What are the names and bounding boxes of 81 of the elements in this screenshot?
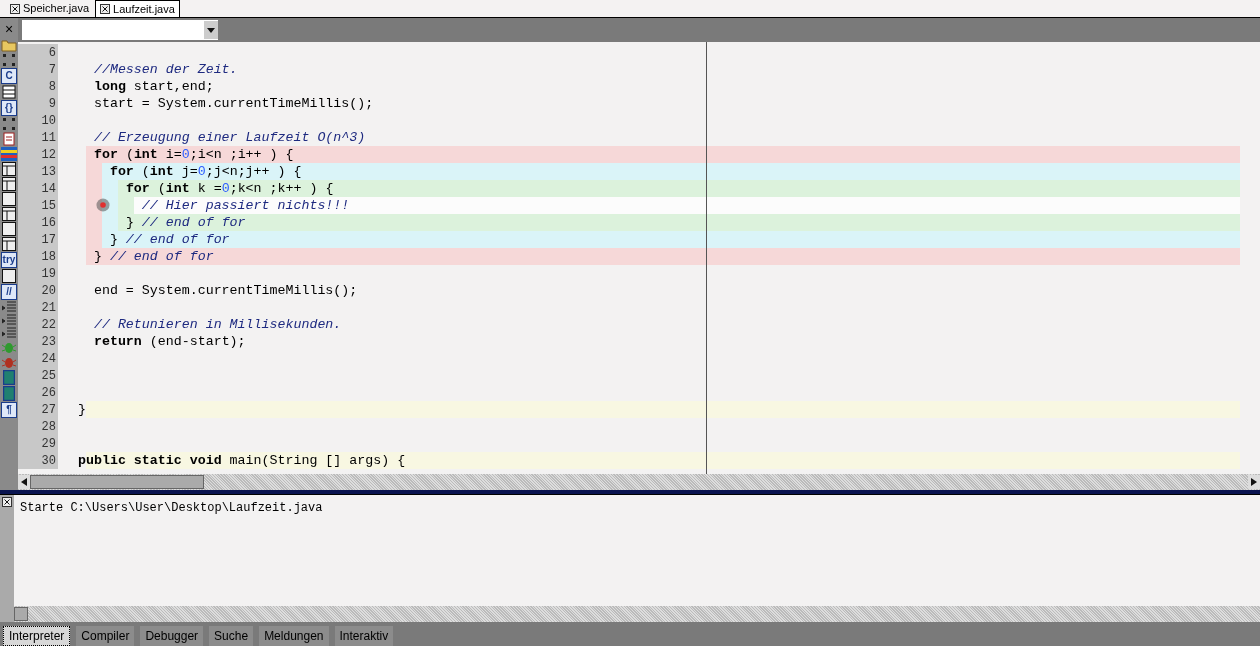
- square-icon[interactable]: [2, 192, 16, 206]
- code-text: for (int i=0;i<n ;i++ ) {: [93, 146, 294, 162]
- panel-tab[interactable]: Meldungen: [259, 626, 329, 646]
- line-number: 28: [18, 418, 58, 435]
- line-number: 6: [18, 44, 58, 61]
- line-number: 20: [18, 282, 58, 299]
- square-icon[interactable]: [2, 222, 16, 236]
- caret-icon[interactable]: [206, 25, 216, 35]
- dots-icon[interactable]: [2, 117, 16, 131]
- code-text: for (int j=0;j<n;j++ ) {: [109, 163, 302, 179]
- line-number: 21: [18, 299, 58, 316]
- panel-tab[interactable]: Suche: [209, 626, 254, 646]
- code-text: } // end of for: [109, 231, 230, 247]
- indent-icon[interactable]: [2, 327, 16, 339]
- code-text: return (end-start);: [93, 333, 246, 349]
- list-icon[interactable]: [2, 85, 16, 99]
- output-line: Starte C:\Users\User\Desktop\Laufzeit.java: [20, 500, 323, 517]
- click-marker-icon: [96, 198, 110, 212]
- line-number: 27: [18, 401, 58, 418]
- dropdown-button[interactable]: [204, 21, 218, 39]
- code-text: for (int k =0;k<n ;k++ ) {: [125, 180, 334, 196]
- code-text: end = System.currentTimeMillis();: [93, 282, 358, 298]
- code-text: start = System.currentTimeMillis();: [93, 95, 374, 111]
- line-number: 17: [18, 231, 58, 248]
- code-text: //Messen der Zeit.: [93, 61, 238, 77]
- line-number: 7: [18, 61, 58, 78]
- line-number: 29: [18, 435, 58, 452]
- line-number: 8: [18, 78, 58, 95]
- line-number: 13: [18, 163, 58, 180]
- line-number: 16: [18, 214, 58, 231]
- folder-icon[interactable]: [1, 38, 17, 52]
- line-number: 19: [18, 265, 58, 282]
- document-icon[interactable]: [3, 132, 15, 146]
- dots-icon[interactable]: [2, 53, 16, 67]
- striped-icon[interactable]: [1, 147, 17, 161]
- code-text: // Erzeugung einer Laufzeit O(n^3): [93, 129, 366, 145]
- close-icon[interactable]: [10, 3, 20, 14]
- line-number: 25: [18, 367, 58, 384]
- line-number: 11: [18, 129, 58, 146]
- scroll-thumb[interactable]: [14, 607, 28, 621]
- close-icon[interactable]: [100, 4, 111, 14]
- line-number: 30: [18, 452, 58, 469]
- indent-icon[interactable]: [2, 301, 16, 313]
- panel-tab[interactable]: Debugger: [140, 626, 204, 646]
- line-number: 15: [18, 197, 58, 214]
- line-number: 23: [18, 333, 58, 350]
- code-text: // Hier passiert nichts!!!: [141, 197, 350, 213]
- close-icon[interactable]: [2, 497, 12, 507]
- window-icon[interactable]: [2, 162, 16, 176]
- file-tab[interactable]: Laufzeit.java: [95, 0, 180, 17]
- line-number: 12: [18, 146, 58, 163]
- tool-button[interactable]: {}: [1, 100, 17, 116]
- panel-tab[interactable]: Interpreter: [3, 626, 71, 646]
- code-text: long start,end;: [93, 78, 214, 94]
- square-icon[interactable]: [2, 269, 16, 283]
- tool-button[interactable]: try: [1, 252, 17, 268]
- window-icon[interactable]: [2, 207, 16, 221]
- line-number: 10: [18, 112, 58, 129]
- code-text: } // end of for: [93, 248, 214, 264]
- panel-tab[interactable]: Interaktiv: [334, 626, 394, 646]
- tool-button[interactable]: ¶: [1, 402, 17, 418]
- line-number: 26: [18, 384, 58, 401]
- horizontal-scrollbar[interactable]: [18, 474, 1260, 490]
- panel-tab[interactable]: Compiler: [76, 626, 135, 646]
- scroll-thumb[interactable]: [30, 475, 204, 489]
- code-text: }: [78, 401, 86, 417]
- line-number: 9: [18, 95, 58, 112]
- close-button[interactable]: ×: [1, 21, 17, 37]
- tool-button[interactable]: //: [1, 284, 17, 300]
- line-number: 18: [18, 248, 58, 265]
- horizontal-scrollbar[interactable]: [14, 606, 1260, 622]
- window-icon[interactable]: [2, 177, 16, 191]
- line-number: 22: [18, 316, 58, 333]
- line-number: 24: [18, 350, 58, 367]
- indent-icon[interactable]: [2, 314, 16, 326]
- code-text: // Retunieren in Millisekunden.: [93, 316, 342, 332]
- line-number: 14: [18, 180, 58, 197]
- code-text: public static void main(String [] args) {: [78, 452, 406, 468]
- window-icon[interactable]: [2, 237, 16, 251]
- tool-button[interactable]: C: [1, 68, 17, 84]
- code-text: } // end of for: [125, 214, 246, 230]
